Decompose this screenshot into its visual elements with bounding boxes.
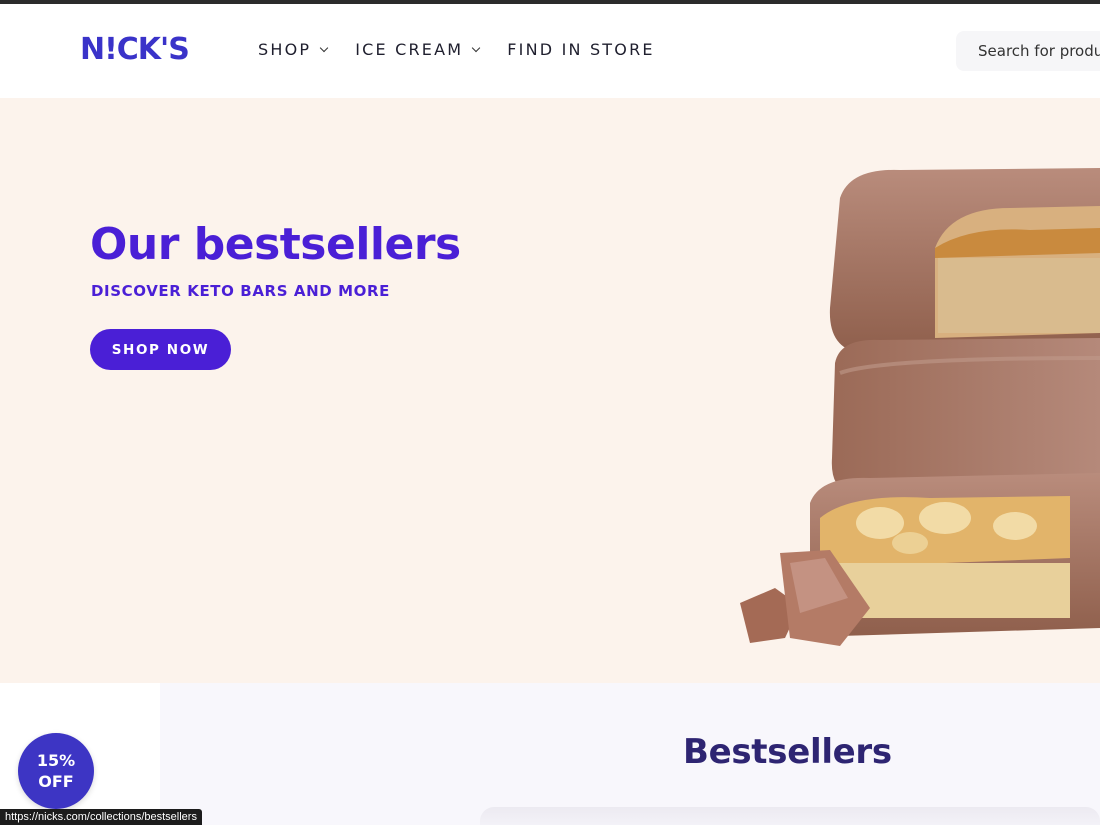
nav-item-label: ICE CREAM [355, 40, 464, 59]
chevron-down-icon [319, 43, 329, 52]
chevron-down-icon [472, 43, 481, 52]
search-box [956, 31, 1100, 71]
hero-subtitle: DISCOVER KETO BARS AND MORE [91, 282, 391, 300]
discount-percent: 15% [36, 751, 76, 770]
brand-logo[interactable]: N!CK'S [80, 32, 190, 67]
main-nav: SHOP ICE CREAM FIND IN STORE [258, 40, 683, 59]
hero-banner: Our bestsellers DISCOVER KETO BARS AND M… [0, 98, 1100, 683]
section-heading: Bestsellers [683, 732, 892, 772]
discount-badge-button[interactable]: 15% OFF [18, 733, 94, 809]
hero-title: Our bestsellers [90, 219, 461, 270]
link-status-bar: https://nicks.com/collections/bestseller… [0, 809, 202, 825]
nav-item-shop[interactable]: SHOP [258, 40, 329, 59]
nav-item-label: SHOP [258, 40, 312, 59]
bestsellers-section: Bestsellers [0, 683, 1100, 825]
search-input[interactable] [956, 31, 1100, 71]
nav-item-find-in-store[interactable]: FIND IN STORE [507, 40, 654, 59]
product-card-top [480, 807, 1100, 825]
discount-off-label: OFF [38, 772, 74, 791]
chocolate-bars-image [740, 168, 1100, 646]
nav-item-label: FIND IN STORE [507, 40, 655, 59]
shop-now-button[interactable]: SHOP NOW [90, 329, 231, 370]
nav-item-ice-cream[interactable]: ICE CREAM [355, 40, 481, 59]
site-header: N!CK'S SHOP ICE CREAM FIND IN STORE [0, 4, 1100, 98]
